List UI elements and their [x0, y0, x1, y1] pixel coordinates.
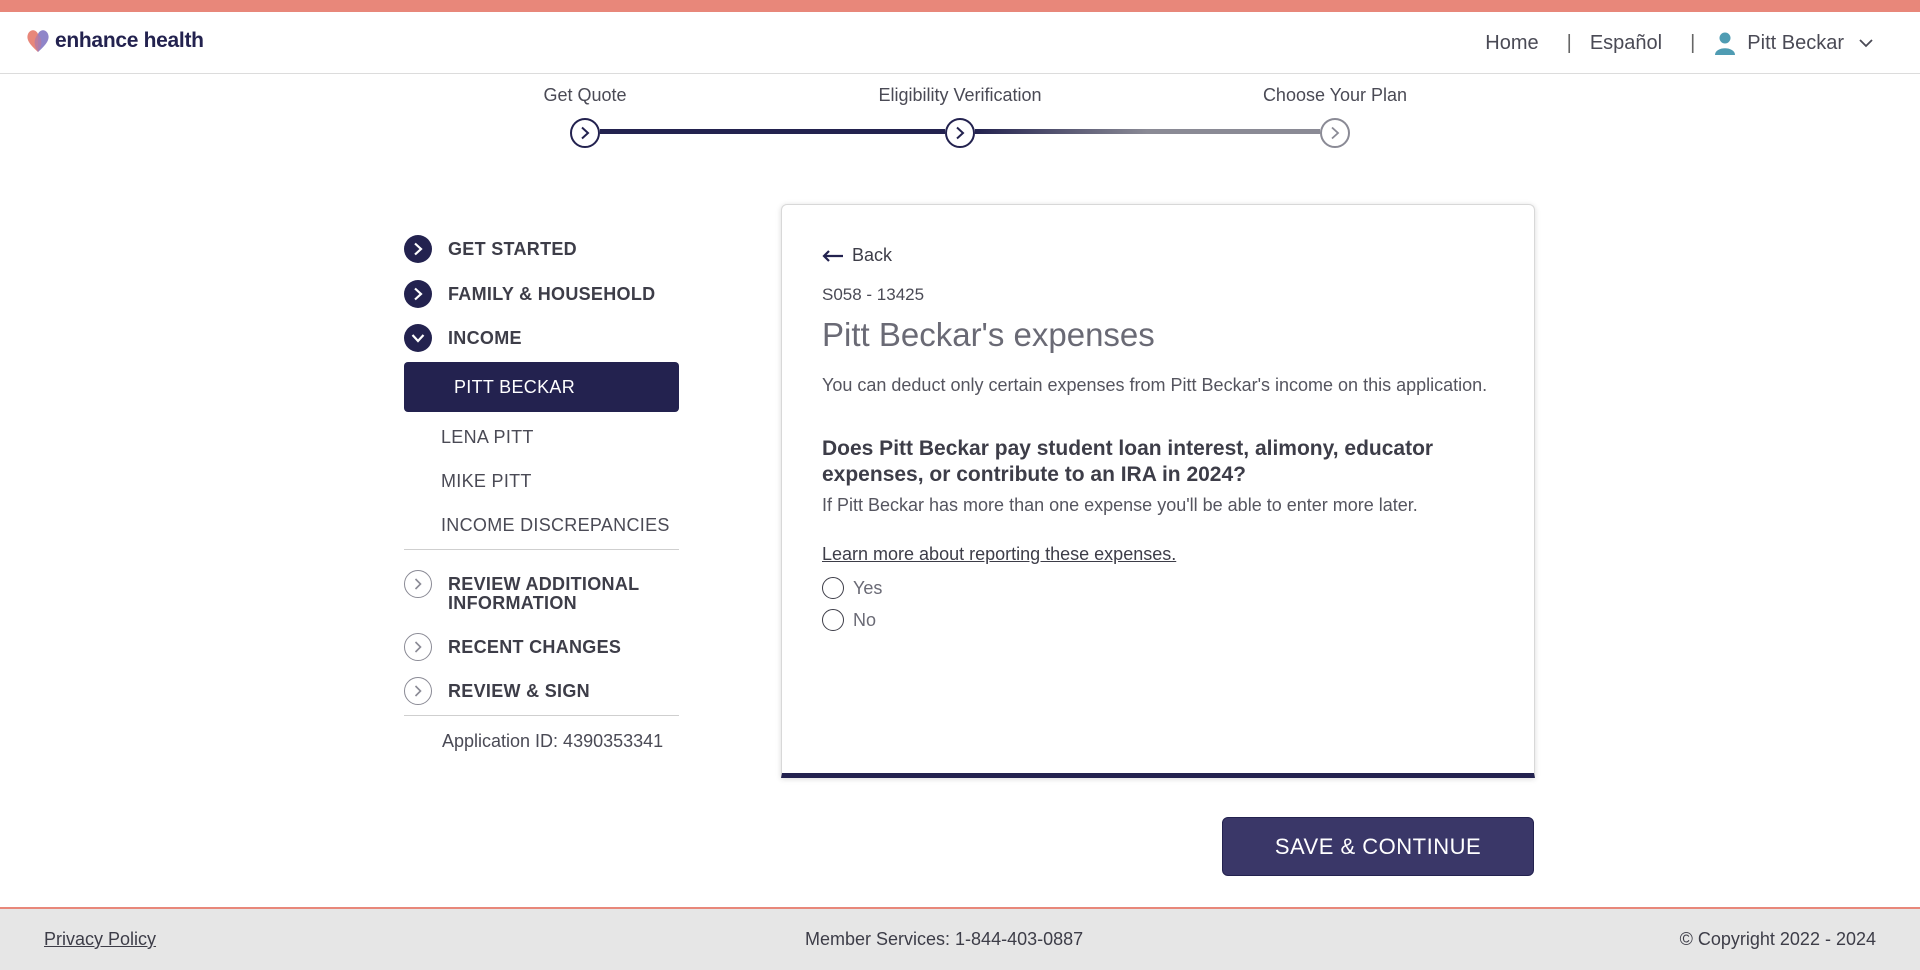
sidebar-item-family-household[interactable]: FAMILY & HOUSEHOLD: [404, 280, 655, 308]
brand-name: enhance health: [55, 29, 204, 52]
chevron-right-icon: [404, 280, 432, 308]
site-footer: Privacy Policy Member Services: 1-844-40…: [0, 907, 1920, 970]
heart-logo-icon: [27, 30, 49, 52]
chevron-right-icon: [404, 633, 432, 661]
screen-code: S058 - 13425: [822, 285, 925, 304]
page-title: Pitt Beckar's expenses: [822, 316, 1155, 353]
user-name: Pitt Beckar: [1747, 31, 1844, 54]
sidebar-item-label: FAMILY & HOUSEHOLD: [448, 284, 656, 304]
intro-text: You can deduct only certain expenses fro…: [822, 375, 1488, 395]
sidebar-item-recent-changes[interactable]: RECENT CHANGES: [404, 633, 621, 661]
option-no[interactable]: No: [822, 609, 876, 631]
save-continue-button[interactable]: SAVE & CONTINUE: [1222, 817, 1534, 876]
income-member-lena-pitt[interactable]: LENA PITT: [441, 427, 534, 448]
step-connector-upcoming: [975, 129, 1320, 134]
sidebar-divider: [404, 549, 679, 550]
top-accent-bar: [0, 0, 1920, 12]
radio-button-no[interactable]: [822, 609, 844, 631]
member-services-text: Member Services: 1-844-403-0887: [805, 929, 1084, 949]
header-nav: Home | Español | Pitt Beckar: [1485, 31, 1884, 55]
nav-language-link[interactable]: Español: [1590, 32, 1662, 55]
sidebar-item-review-additional-information[interactable]: REVIEW ADDITIONAL INFORMATION: [404, 570, 668, 613]
application-id: Application ID: 4390353341: [442, 731, 664, 751]
arrow-left-icon: [822, 249, 843, 262]
step-circle-get-quote[interactable]: [570, 118, 600, 148]
sidebar-divider: [404, 715, 679, 716]
option-label-no: No: [853, 609, 877, 630]
hint-text: If Pitt Beckar has more than one expense…: [822, 495, 1418, 515]
income-member-pitt-beckar[interactable]: PITT BECKAR: [404, 362, 679, 412]
step-circle-eligibility[interactable]: [945, 118, 975, 148]
enhance-health-logo[interactable]: enhance health: [25, 28, 204, 54]
copyright-text: © Copyright 2022 - 2024: [1679, 929, 1876, 949]
back-link[interactable]: Back: [822, 245, 892, 266]
sidebar-item-label: REVIEW & SIGN: [448, 681, 590, 701]
sidebar-item-label: REVIEW ADDITIONAL INFORMATION: [448, 574, 640, 613]
step-label-choose-plan: Choose Your Plan: [1262, 85, 1408, 105]
chevron-right-icon: [1331, 126, 1340, 140]
step-connector-complete: [600, 129, 945, 134]
option-yes[interactable]: Yes: [822, 577, 882, 599]
sidebar-item-review-sign[interactable]: REVIEW & SIGN: [404, 677, 590, 705]
step-label-get-quote: Get Quote: [543, 85, 627, 105]
chevron-down-icon: [1859, 39, 1873, 48]
expenses-card: Back S058 - 13425 Pitt Beckar's expenses…: [781, 204, 1535, 778]
chevron-right-icon: [581, 126, 590, 140]
site-header: enhance health Home | Español | Pitt Bec…: [0, 12, 1920, 74]
step-circle-choose-plan: [1320, 118, 1350, 148]
nav-home-link[interactable]: Home: [1485, 32, 1538, 55]
chevron-down-icon: [404, 324, 432, 352]
user-menu[interactable]: Pitt Beckar: [1713, 31, 1884, 55]
sidebar-item-label: GET STARTED: [448, 239, 577, 259]
sidebar-item-income[interactable]: INCOME: [404, 324, 522, 352]
sidebar-item-label: RECENT CHANGES: [448, 637, 622, 657]
option-label-yes: Yes: [853, 577, 883, 598]
person-icon: [1715, 32, 1736, 55]
nav-separator: |: [1690, 31, 1696, 54]
income-member-mike-pitt[interactable]: MIKE PITT: [441, 471, 532, 492]
chevron-right-icon: [404, 235, 432, 263]
question-text: Does Pitt Beckar pay student loan intere…: [822, 437, 1434, 486]
income-discrepancies-link[interactable]: INCOME DISCREPANCIES: [441, 515, 670, 536]
sidebar-item-get-started[interactable]: GET STARTED: [404, 235, 577, 263]
privacy-policy-link[interactable]: Privacy Policy: [44, 929, 156, 950]
step-label-eligibility: Eligibility Verification: [878, 85, 1042, 105]
nav-separator: |: [1566, 31, 1572, 54]
learn-more-link[interactable]: Learn more about reporting these expense…: [822, 544, 1176, 565]
chevron-right-icon: [404, 677, 432, 705]
radio-button-yes[interactable]: [822, 577, 844, 599]
chevron-right-icon: [956, 126, 965, 140]
chevron-right-icon: [404, 570, 432, 598]
sidebar-item-label: INCOME: [448, 328, 522, 348]
back-label: Back: [852, 245, 893, 265]
